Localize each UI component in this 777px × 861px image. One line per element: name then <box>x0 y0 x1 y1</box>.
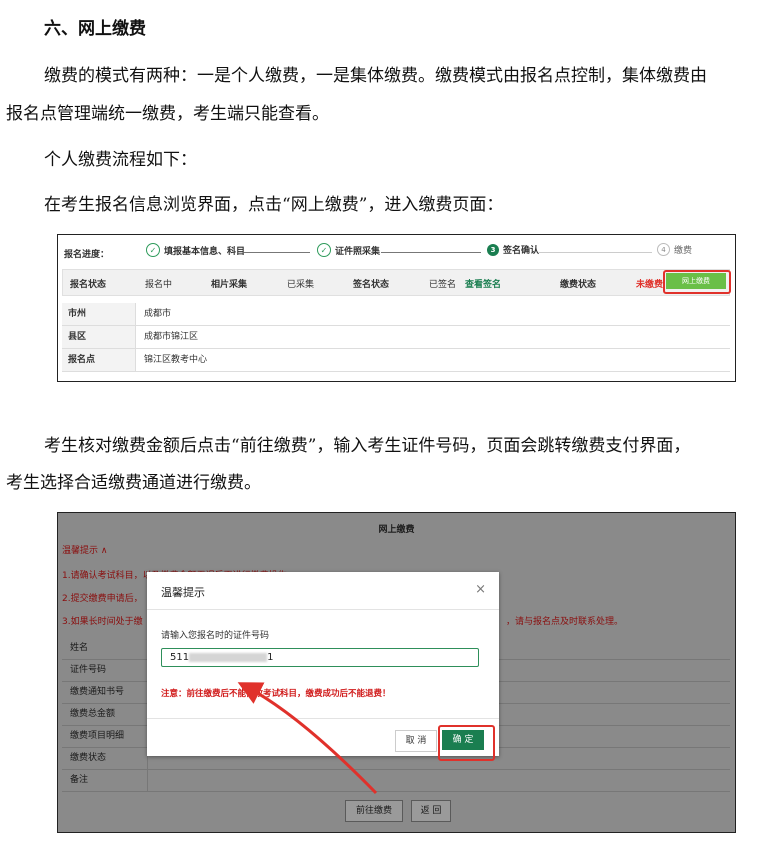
paragraph-4-line-2: 考生选择合适缴费通道进行缴费。 <box>6 473 261 493</box>
section-heading: 六、网上缴费 <box>44 19 146 39</box>
progress-bar: 报名进度： ✓ 填报基本信息、科目 ✓ 证件照采集 3 签名确认 4 缴费 <box>58 235 735 269</box>
paragraph-2: 个人缴费流程如下： <box>44 150 197 170</box>
sign-value: 已签名 <box>429 280 457 290</box>
row-value: 锦江区教考中心 <box>144 355 208 365</box>
row-value: 成都市 <box>144 309 172 319</box>
step-connector <box>244 252 310 253</box>
pointer-arrow-icon <box>237 682 378 795</box>
info-row: 县区 成都市锦江区 <box>62 326 730 349</box>
info-row: 市州 成都市 <box>62 303 730 326</box>
step-1-label: 填报基本信息、科目 <box>164 246 246 257</box>
row-value: 成都市锦江区 <box>144 332 199 342</box>
sign-label: 签名状态 <box>353 280 390 290</box>
view-signature-link[interactable]: 查看签名 <box>465 277 501 290</box>
highlight-box <box>663 270 731 294</box>
step-3-label: 签名确认 <box>503 246 540 256</box>
step-connector <box>381 252 481 253</box>
photo-value: 已采集 <box>287 280 315 290</box>
step-4: 4 缴费 <box>657 243 692 256</box>
step-4-label: 缴费 <box>674 246 693 256</box>
pay-status-value: 未缴费 <box>636 280 664 290</box>
step-number-badge: 4 <box>657 243 670 256</box>
online-payment-screenshot: 网上缴费 温馨提示 ∧ 1.请确认考试科目，以及缴费金额无误后再进行缴费操作。 … <box>57 512 736 833</box>
row-key: 县区 <box>62 326 136 348</box>
progress-label: 报名进度： <box>64 250 110 260</box>
info-row: 报名点 锦江区教考中心 <box>62 349 730 372</box>
pay-status-label: 缴费状态 <box>560 280 597 290</box>
paragraph-3: 在考生报名信息浏览界面，点击“网上缴费”，进入缴费页面： <box>44 195 504 215</box>
registration-info-screenshot: 报名进度： ✓ 填报基本信息、科目 ✓ 证件照采集 3 签名确认 4 缴费 报名… <box>57 234 736 382</box>
step-3: 3 签名确认 <box>487 243 539 256</box>
step-2-label: 证件照采集 <box>335 246 381 257</box>
paragraph-1-line-2: 报名点管理端统一缴费，考生端只能查看。 <box>6 104 329 124</box>
status-label: 报名状态 <box>70 280 107 290</box>
paragraph-4-line-1: 考生核对缴费金额后点击“前往缴费”，输入考生证件号码，页面会跳转缴费支付界面， <box>44 436 691 456</box>
paragraph-1-line-1: 缴费的模式有两种：一是个人缴费，一是集体缴费。缴费模式由报名点控制，集体缴费由 <box>44 66 707 86</box>
step-1: ✓ 填报基本信息、科目 <box>146 243 245 257</box>
step-2: ✓ 证件照采集 <box>317 243 380 257</box>
row-key: 市州 <box>62 303 136 325</box>
check-icon: ✓ <box>146 243 160 257</box>
step-number-badge: 3 <box>487 243 499 256</box>
photo-label: 相片采集 <box>211 280 248 290</box>
step-connector <box>539 252 652 253</box>
check-icon: ✓ <box>317 243 331 257</box>
status-value: 报名中 <box>145 280 173 290</box>
row-key: 报名点 <box>62 349 136 371</box>
status-header-row: 报名状态 报名中 相片采集 已采集 签名状态 已签名 查看签名 缴费状态 未缴费 <box>62 269 730 296</box>
